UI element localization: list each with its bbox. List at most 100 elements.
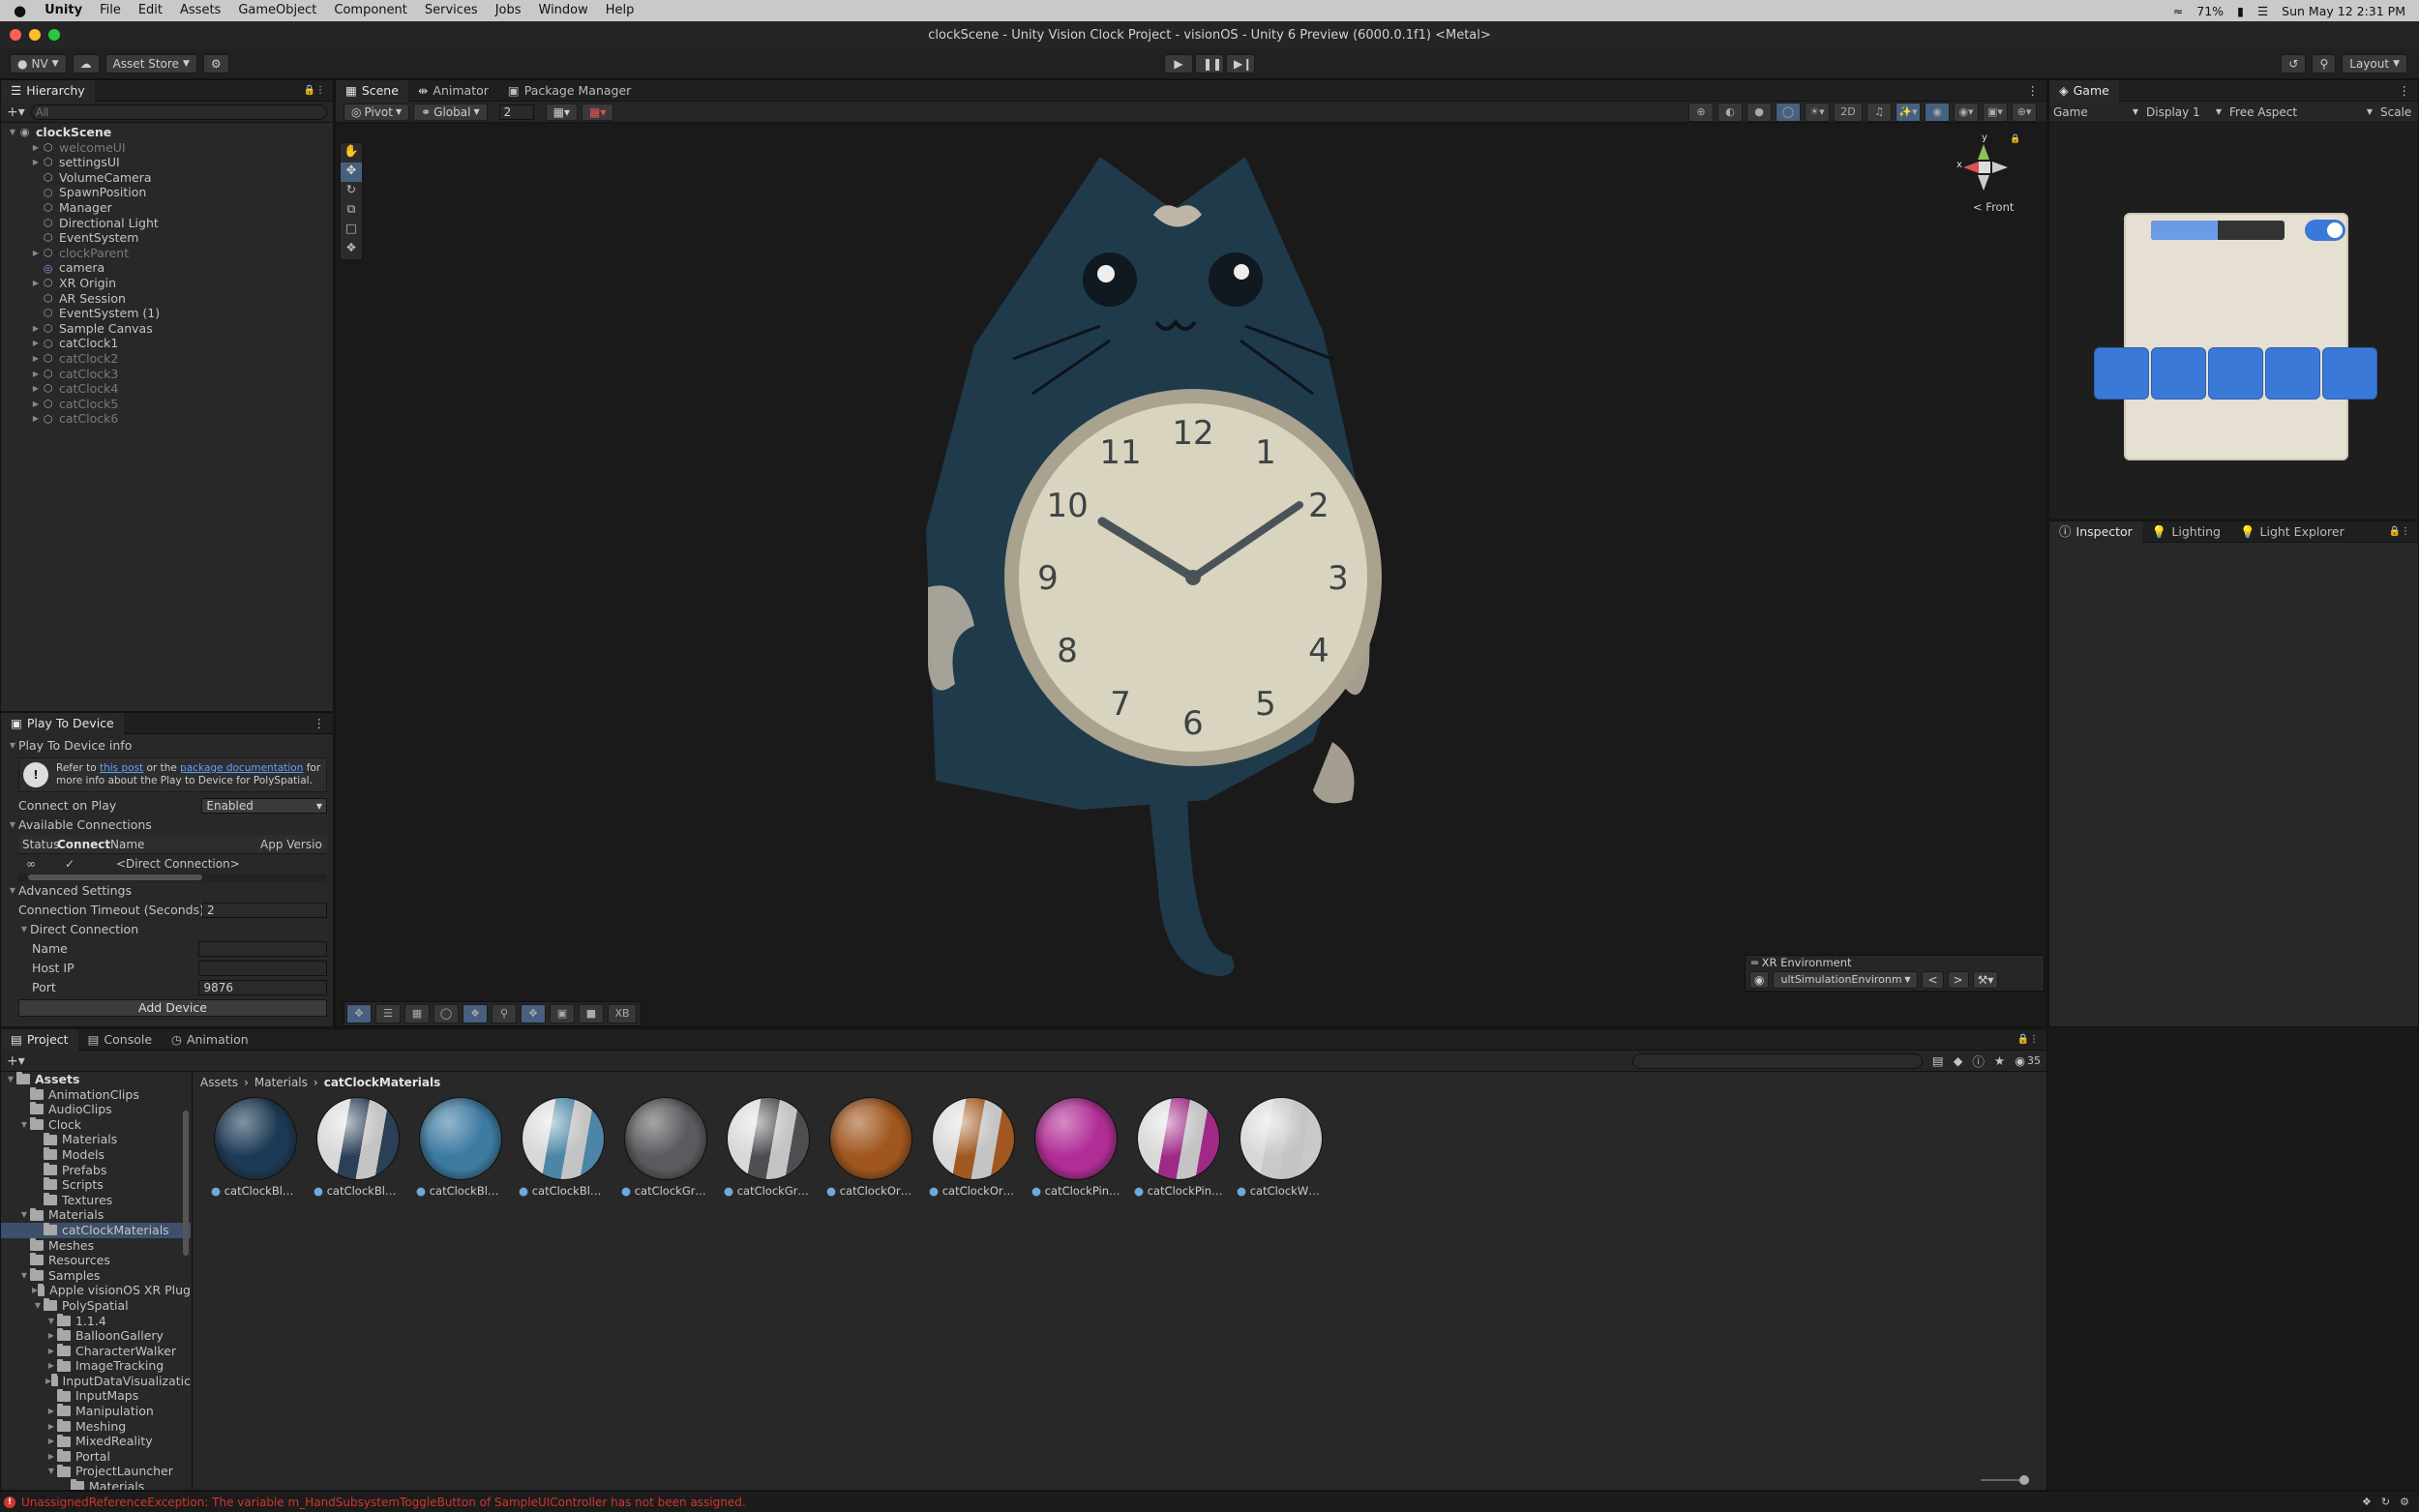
grid-size-field[interactable]: 2 <box>498 104 534 120</box>
game-mode-dropdown[interactable]: Game ▼ <box>2053 105 2138 119</box>
search-by-type-icon[interactable]: ▤ <box>1932 1053 1944 1068</box>
col-status[interactable]: Status <box>18 838 59 851</box>
hierarchy-item[interactable]: ▶ ⬡ catClock3 <box>1 367 333 382</box>
tab-console[interactable]: ▤ Console <box>78 1029 162 1051</box>
folder-item[interactable]: catClockMaterials <box>1 1222 191 1238</box>
xr-env-prev-button[interactable]: < <box>1922 971 1944 989</box>
folder-item[interactable]: InputMaps <box>1 1388 191 1404</box>
folder-item[interactable]: ▶ CharacterWalker <box>1 1344 191 1359</box>
expand-arrow-icon[interactable]: ▶ <box>30 397 42 412</box>
expand-arrow-icon[interactable]: ▶ <box>30 246 42 261</box>
expand-arrow-icon[interactable]: ▼ <box>45 1464 57 1479</box>
hierarchy-item[interactable]: ⬡ EventSystem (1) <box>1 306 333 321</box>
search-by-importlog-icon[interactable]: ⓘ <box>1972 1052 1985 1070</box>
tab-project[interactable]: ▤ Project <box>1 1028 78 1051</box>
col-app-version[interactable]: App Versio <box>260 838 322 851</box>
menu-unity[interactable]: Unity <box>36 0 91 21</box>
material-asset[interactable]: ● catClockPinkM... <box>1134 1097 1223 1198</box>
material-asset[interactable]: ● catClockBlue1... <box>314 1097 403 1198</box>
project-search-input[interactable] <box>1631 1052 1923 1069</box>
expand-arrow-icon[interactable]: ▶ <box>45 1434 57 1449</box>
scale-label[interactable]: Scale <box>2380 105 2411 119</box>
folder-item[interactable]: Scripts <box>1 1177 191 1193</box>
pause-button[interactable]: ❚❚ <box>1195 53 1224 74</box>
asset-store-button[interactable]: Asset Store ▼ <box>105 53 197 74</box>
material-asset[interactable]: ● catClockBlue2... <box>519 1097 608 1198</box>
this-post-link[interactable]: this post <box>100 762 143 774</box>
tab-inspector[interactable]: ⓘ Inspector <box>2049 520 2142 543</box>
gizmo-x-cone[interactable] <box>1963 162 1979 173</box>
folder-item[interactable]: ▼ 1.1.4 <box>1 1314 191 1329</box>
material-asset[interactable]: ● catClockGreyH... <box>621 1097 710 1198</box>
folder-item[interactable]: Materials <box>1 1479 191 1490</box>
hierarchy-item[interactable]: ⬡ Manager <box>1 200 333 216</box>
hierarchy-item[interactable]: ⬡ SpawnPosition <box>1 185 333 200</box>
material-asset[interactable]: ● catClockOrang... <box>929 1097 1018 1198</box>
folder-item[interactable]: AudioClips <box>1 1102 191 1117</box>
more-options-icon[interactable]: ⋮ <box>314 716 334 730</box>
more-options-icon[interactable]: ⋮ <box>2027 83 2047 98</box>
gizmo-y-cone[interactable] <box>1978 144 1989 160</box>
camera-settings-button[interactable]: ▣▾ <box>1983 102 2008 122</box>
expand-arrow-icon[interactable]: ▼ <box>32 1298 44 1314</box>
hierarchy-item[interactable]: ▶ ⬡ catClock6 <box>1 411 333 427</box>
expand-arrow-icon[interactable]: ▶ <box>30 276 42 291</box>
col-connect[interactable]: Connect <box>57 838 110 851</box>
hierarchy-search-input[interactable] <box>30 104 327 120</box>
lock-icon[interactable]: 🔒⋮ <box>2389 526 2418 537</box>
pivot-dropdown[interactable]: ◎ Pivot ▼ <box>343 103 410 121</box>
clock-select-button[interactable] <box>2322 347 2377 400</box>
debug-icon[interactable]: ❖ <box>2362 1496 2372 1508</box>
expand-arrow-icon[interactable]: ▶ <box>30 381 42 397</box>
folder-item[interactable]: AnimationClips <box>1 1087 191 1103</box>
menu-component[interactable]: Component <box>325 0 415 21</box>
close-window-button[interactable] <box>10 29 21 41</box>
folder-item[interactable]: Meshes <box>1 1238 191 1254</box>
expand-arrow-icon[interactable]: ▶ <box>45 1328 57 1344</box>
wifi-icon[interactable]: ≈ <box>2173 4 2183 18</box>
folder-item[interactable]: Resources <box>1 1253 191 1268</box>
timeout-field[interactable]: 2 <box>202 903 327 918</box>
expand-arrow-icon[interactable]: ▶ <box>45 1419 57 1435</box>
folder-item[interactable]: Models <box>1 1147 191 1163</box>
account-button[interactable]: ● NV ▼ <box>10 53 67 74</box>
menu-assets[interactable]: Assets <box>171 0 229 21</box>
grid-icon[interactable]: ▦ <box>404 1004 430 1023</box>
folder-item[interactable]: ▼ Materials <box>1 1207 191 1223</box>
connect-checkbox[interactable]: ✓ <box>57 857 110 871</box>
gizmo-view-label[interactable]: < Front <box>1973 200 2014 214</box>
zoom-slider[interactable] <box>1981 1475 2029 1485</box>
ptd-info-foldout[interactable]: ▼ Play To Device info <box>7 736 327 756</box>
material-asset[interactable]: ● catClockBlue1... <box>211 1097 300 1198</box>
package-docs-link[interactable]: package documentation <box>180 762 303 774</box>
direct-connection-foldout[interactable]: ▼ Direct Connection <box>7 920 327 939</box>
available-connections-foldout[interactable]: ▼ Available Connections <box>7 815 327 835</box>
error-icon[interactable]: ! <box>4 1496 15 1508</box>
game-viewport[interactable] <box>2049 123 2418 519</box>
zoom-icon[interactable]: ⚲ <box>492 1004 517 1023</box>
expand-arrow-icon[interactable]: ▶ <box>45 1449 57 1465</box>
menu-help[interactable]: Help <box>597 0 643 21</box>
folder-item[interactable]: ▶ Apple visionOS XR Plug <box>1 1283 191 1298</box>
aspect-dropdown[interactable]: Free Aspect ▼ <box>2229 105 2373 119</box>
frame-icon[interactable]: ▣ <box>550 1004 575 1023</box>
expand-arrow-icon[interactable]: ▶ <box>45 1358 57 1374</box>
material-asset[interactable]: ● catClockWhite... <box>1237 1097 1326 1198</box>
grid-snap-button[interactable]: ▦▾ <box>545 103 578 121</box>
orientation-gizmo[interactable]: y x 🔒 < Front <box>1952 133 2020 220</box>
folder-item[interactable]: ▶ Meshing <box>1 1419 191 1435</box>
xr-env-toggle[interactable]: ◉ <box>1749 971 1770 989</box>
clock-select-button[interactable] <box>2265 347 2320 400</box>
hierarchy-item[interactable]: ▶ ⬡ catClock4 <box>1 381 333 397</box>
material-asset[interactable]: ● catClockOrang... <box>826 1097 915 1198</box>
sync-icon[interactable]: ↻ <box>2381 1496 2390 1508</box>
clock-select-button[interactable] <box>2208 347 2263 400</box>
tab-play-to-device[interactable]: ▣ Play To Device <box>1 712 124 734</box>
connection-row[interactable]: ∞ ✓ <Direct Connection> <box>18 854 327 874</box>
connect-on-play-dropdown[interactable]: Enabled ▼ <box>201 798 327 814</box>
hierarchy-item[interactable]: ▶ ⬡ settingsUI <box>1 155 333 170</box>
hierarchy-item[interactable]: ▶ ⬡ catClock1 <box>1 336 333 351</box>
favorite-icon[interactable]: ★ <box>1994 1053 2005 1068</box>
tab-hierarchy[interactable]: ☰ Hierarchy <box>1 79 95 102</box>
expand-arrow-icon[interactable]: ▼ <box>18 1207 30 1223</box>
